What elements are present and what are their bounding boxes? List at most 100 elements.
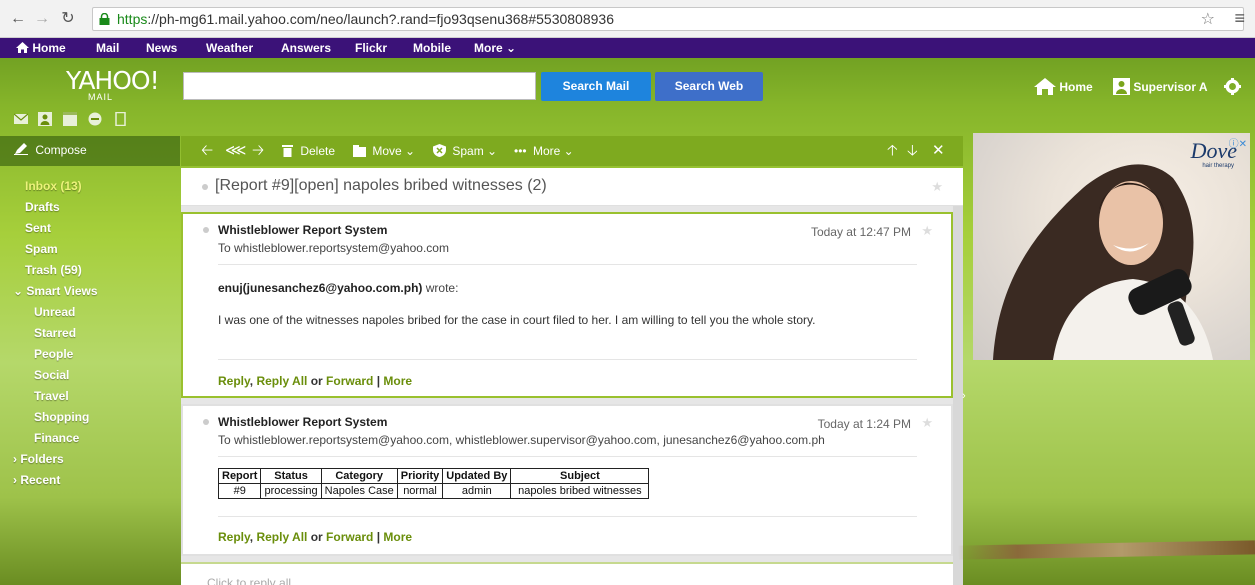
smart-view-shopping[interactable]: Shopping — [0, 407, 180, 428]
more-button[interactable]: ••• More ⌄ — [514, 136, 574, 166]
star-icon[interactable]: ★ — [921, 415, 933, 431]
url-scheme: https — [117, 11, 148, 27]
status-dot-icon — [203, 227, 209, 233]
hamburger-menu-icon[interactable]: ≡ — [1234, 8, 1245, 29]
topbar-more[interactable]: More ⌄ — [474, 38, 516, 58]
smart-view-travel[interactable]: Travel — [0, 386, 180, 407]
topbar-news[interactable]: News — [146, 38, 177, 58]
delete-button[interactable]: Delete — [282, 136, 335, 166]
report-table: Report Status Category Priority Updated … — [217, 468, 650, 499]
search-web-button[interactable]: Search Web — [655, 72, 763, 101]
previous-message-icon[interactable]: 🡡 — [887, 136, 898, 166]
messenger-app-icon[interactable] — [114, 112, 128, 126]
forward-icon[interactable]: → — [32, 9, 52, 29]
message-time: Today at 1:24 PM — [817, 417, 911, 431]
back-icon[interactable]: ← — [8, 9, 28, 29]
folder-spam[interactable]: Spam — [0, 239, 180, 260]
next-message-icon[interactable]: 🡣 — [907, 136, 918, 166]
forward-icon[interactable]: 🡢 — [252, 136, 264, 166]
table-header-cell: Status — [260, 468, 322, 484]
folder-trash[interactable]: Trash (59) — [0, 260, 180, 281]
topbar-mobile[interactable]: Mobile — [413, 38, 451, 58]
url-text: ://ph-mg61.mail.yahoo.com/neo/launch?.ra… — [147, 11, 614, 27]
user-menu[interactable]: Supervisor A — [1113, 78, 1208, 95]
forward-link[interactable]: Forward — [326, 530, 373, 544]
chevron-right-icon[interactable]: › — [962, 390, 966, 402]
header-home-link[interactable]: Home — [1034, 78, 1093, 95]
contacts-app-icon[interactable] — [38, 112, 52, 126]
message-toolbar: 🡠 ⋘ 🡢 Delete Move ⌄ Spam ⌄ ••• More ⌄ 🡡 … — [181, 136, 963, 166]
topbar-mail[interactable]: Mail — [96, 38, 119, 58]
pencil-icon — [14, 143, 28, 155]
message-sender[interactable]: Whistleblower Report System — [218, 223, 387, 237]
compose-button[interactable]: Compose — [14, 143, 87, 157]
lock-icon — [99, 13, 110, 25]
search-input[interactable] — [183, 72, 536, 100]
smart-view-people[interactable]: People — [0, 344, 180, 365]
smart-views-toggle[interactable]: ⌄ Smart Views — [0, 281, 180, 302]
reply-link[interactable]: Reply — [218, 530, 250, 544]
topbar-answers[interactable]: Answers — [281, 38, 331, 58]
reload-icon[interactable]: ↻ — [58, 9, 78, 29]
quick-reply-box[interactable]: Click to reply all — [181, 562, 953, 585]
topbar-home[interactable]: Home — [16, 38, 66, 58]
delete-label: Delete — [300, 144, 336, 158]
calendar-app-icon[interactable] — [63, 112, 77, 126]
close-icon[interactable]: ✕ — [932, 136, 945, 166]
folders-label: Folders — [20, 452, 64, 466]
table-header-cell: Priority — [396, 468, 444, 484]
notepad-app-icon[interactable] — [88, 112, 102, 126]
reply-all-icon[interactable]: ⋘ — [225, 136, 246, 166]
quote-header: enuj(junesanchez6@yahoo.com.ph) wrote: — [218, 281, 458, 295]
home-icon — [16, 42, 29, 53]
spam-button[interactable]: Spam ⌄ — [433, 136, 497, 166]
more-label: More — [532, 144, 561, 158]
smart-view-social[interactable]: Social — [0, 365, 180, 386]
settings-gear-icon[interactable] — [1224, 78, 1241, 95]
divider — [218, 264, 917, 265]
ad-brand-subline: hair therapy — [1202, 163, 1234, 169]
folder-drafts[interactable]: Drafts — [0, 197, 180, 218]
smart-view-starred[interactable]: Starred — [0, 323, 180, 344]
reply-links: Reply, Reply All or Forward | More — [218, 530, 412, 544]
message-card: Whistleblower Report System To whistlebl… — [181, 212, 953, 398]
search-mail-button[interactable]: Search Mail — [541, 72, 651, 101]
move-button[interactable]: Move ⌄ — [353, 136, 415, 166]
reply-link[interactable]: Reply — [218, 374, 250, 388]
reply-icon[interactable]: 🡠 — [201, 136, 213, 166]
smart-views-label: Smart Views — [26, 284, 98, 298]
smart-view-unread[interactable]: Unread — [0, 302, 180, 323]
bookmark-star-icon[interactable]: ☆ — [1201, 9, 1215, 29]
folders-toggle[interactable]: › Folders — [0, 449, 180, 470]
advertisement[interactable]: Dove hair therapy ⓘ✕ — [973, 133, 1250, 360]
yahoo-mail-logo[interactable]: YAHOO! — [66, 66, 160, 95]
background-decoration — [957, 540, 1255, 560]
topbar-item-label: Home — [32, 41, 66, 55]
folder-sent[interactable]: Sent — [0, 218, 180, 239]
more-link[interactable]: More — [383, 374, 412, 388]
recent-toggle[interactable]: › Recent — [0, 470, 180, 491]
topbar-flickr[interactable]: Flickr — [355, 38, 387, 58]
smart-view-finance[interactable]: Finance — [0, 428, 180, 449]
message-sender[interactable]: Whistleblower Report System — [218, 415, 387, 429]
star-icon[interactable]: ★ — [921, 223, 933, 239]
address-bar[interactable]: https://ph-mg61.mail.yahoo.com/neo/launc… — [92, 7, 1244, 31]
unread-dot-icon — [202, 184, 208, 190]
or-text: or — [307, 530, 327, 544]
topbar-weather[interactable]: Weather — [206, 38, 253, 58]
forward-link[interactable]: Forward — [326, 374, 373, 388]
ad-close-icon[interactable]: ⓘ✕ — [1229, 135, 1247, 150]
trash-icon — [282, 145, 293, 157]
more-link[interactable]: More — [383, 530, 412, 544]
chevron-down-icon: ⌄ — [13, 284, 24, 298]
reply-all-link[interactable]: Reply All — [256, 374, 307, 388]
folder-inbox[interactable]: Inbox (13) — [0, 176, 180, 197]
mail-app-icon[interactable] — [14, 112, 28, 126]
reply-all-link[interactable]: Reply All — [256, 530, 307, 544]
star-icon[interactable]: ★ — [931, 179, 943, 195]
compose-label: Compose — [35, 143, 87, 157]
user-avatar-icon — [1113, 78, 1130, 95]
quote-author: enuj(junesanchez6@yahoo.com.ph) — [218, 281, 423, 295]
quick-reply-placeholder: Click to reply all — [207, 576, 292, 585]
folder-list: Inbox (13) Drafts Sent Spam Trash (59) ⌄… — [0, 176, 180, 491]
